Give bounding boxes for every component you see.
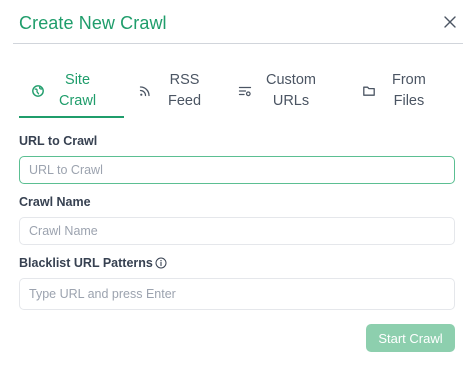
tab-site-crawl[interactable]: Site Crawl	[31, 64, 124, 118]
tab-rss-feed[interactable]: RSS Feed	[138, 64, 223, 118]
list-settings-icon	[238, 86, 252, 97]
close-icon[interactable]	[443, 15, 457, 29]
create-crawl-dialog: Create New Crawl Site Crawl RSS Feed Cus…	[0, 0, 474, 372]
folder-icon	[363, 86, 375, 96]
tab-custom-urls[interactable]: Custom URLs	[238, 64, 348, 118]
blacklist-label: Blacklist URL Patterns	[19, 256, 153, 270]
start-crawl-button[interactable]: Start Crawl	[366, 324, 455, 352]
tab-from-files[interactable]: From Files	[362, 64, 455, 118]
tab-rss-feed-label: RSS Feed	[168, 72, 202, 109]
url-field-label: URL to Crawl	[19, 134, 98, 148]
dialog-header: Create New Crawl	[13, 0, 463, 44]
crawl-type-tabs: Site Crawl RSS Feed Custom URLs From Fil…	[19, 64, 455, 118]
crawl-name-label: Crawl Name	[19, 195, 91, 209]
tab-site-crawl-label: Site Crawl	[59, 72, 97, 109]
globe-icon	[32, 85, 44, 97]
info-icon[interactable]	[155, 257, 167, 269]
rss-icon	[139, 86, 150, 97]
tab-custom-urls-label: Custom URLs	[266, 72, 316, 109]
dialog-title: Create New Crawl	[19, 13, 167, 33]
active-tab-indicator	[19, 116, 124, 118]
url-input[interactable]	[19, 156, 455, 184]
tab-from-files-label: From Files	[392, 72, 426, 109]
crawl-name-input[interactable]	[19, 217, 455, 245]
blacklist-input[interactable]	[19, 278, 455, 310]
